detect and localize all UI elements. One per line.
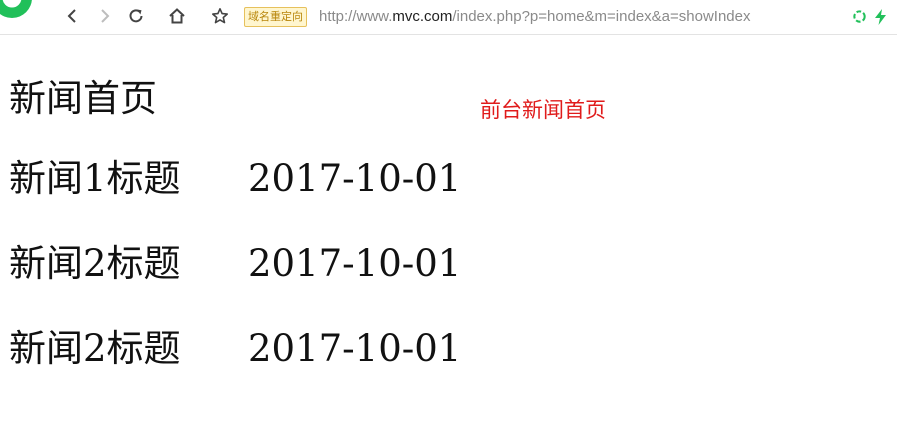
address-bar[interactable]: http://www.mvc.com/index.php?p=home&m=in… bbox=[319, 6, 750, 28]
news-item: 新闻2标题 2017-10-01 bbox=[9, 240, 461, 288]
news-date: 2017-10-01 bbox=[248, 242, 462, 285]
star-icon bbox=[212, 8, 228, 24]
news-title: 新闻1标题 bbox=[9, 157, 181, 200]
lightning-icon bbox=[875, 8, 886, 25]
forward-button[interactable] bbox=[94, 5, 116, 27]
home-button[interactable] bbox=[166, 5, 188, 27]
recycle-extension-button[interactable] bbox=[851, 8, 868, 25]
speed-extension-button[interactable] bbox=[872, 8, 889, 25]
redirect-badge[interactable]: 域名重定向 bbox=[244, 7, 307, 27]
recycle-icon bbox=[853, 10, 866, 23]
page-content: 新闻首页 前台新闻首页 新闻1标题 2017-10-01 新闻2标题 2017-10… bbox=[0, 35, 897, 424]
news-date: 2017-10-01 bbox=[248, 327, 462, 370]
news-item: 新闻1标题 2017-10-01 bbox=[9, 155, 461, 203]
back-icon bbox=[67, 9, 76, 23]
news-item: 新闻2标题 2017-10-01 bbox=[9, 325, 461, 373]
url-host: mvc.com bbox=[392, 8, 453, 25]
news-title: 新闻2标题 bbox=[9, 327, 181, 370]
news-title: 新闻2标题 bbox=[9, 242, 181, 285]
bookmark-button[interactable] bbox=[209, 5, 231, 27]
forward-icon bbox=[101, 9, 110, 23]
url-prefix: http://www. bbox=[319, 8, 393, 25]
front-news-label: 前台新闻首页 bbox=[480, 98, 606, 122]
home-icon bbox=[169, 8, 185, 24]
reload-button[interactable] bbox=[125, 5, 147, 27]
news-date: 2017-10-01 bbox=[248, 157, 462, 200]
reload-icon bbox=[129, 9, 143, 23]
browser-toolbar: 域名重定向 http://www.mvc.com/index.php?p=hom… bbox=[0, 0, 897, 35]
back-button[interactable] bbox=[61, 5, 83, 27]
url-path: /index.php?p=home&m=index&a=showIndex bbox=[452, 8, 751, 25]
page-heading: 新闻首页 bbox=[9, 77, 157, 120]
extension-icons bbox=[851, 8, 889, 25]
browser-logo-icon[interactable] bbox=[0, 0, 38, 20]
